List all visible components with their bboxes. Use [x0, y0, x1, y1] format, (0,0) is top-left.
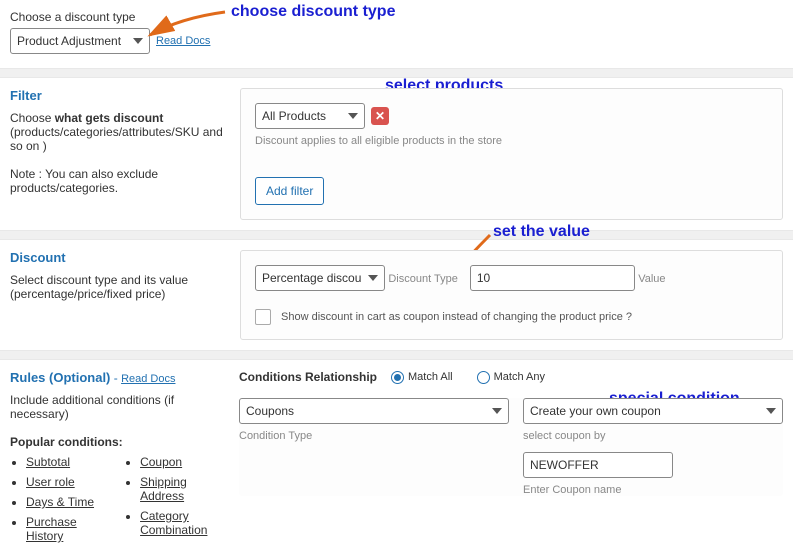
match-any-label: Match Any: [494, 371, 545, 383]
discount-type-select2[interactable]: Percentage discount: [255, 265, 385, 291]
condition-type-select[interactable]: Coupons: [239, 398, 509, 424]
discount-type-label: Discount Type: [388, 273, 458, 285]
match-all-radio[interactable]: Match All: [391, 371, 453, 384]
coupon-name-label: Enter Coupon name: [523, 484, 621, 496]
discount-panel: Percentage discount Discount Type Value …: [240, 250, 783, 340]
delete-filter-icon[interactable]: ✕: [371, 107, 389, 125]
select-coupon-by-label: select coupon by: [523, 430, 606, 442]
filter-panel: All Products ✕ Discount applies to all e…: [240, 88, 783, 220]
discount-value-input[interactable]: [470, 265, 635, 291]
match-all-label: Match All: [408, 371, 453, 383]
condition-type-label: Condition Type: [239, 430, 312, 442]
annotation-choose: choose discount type: [231, 3, 395, 21]
show-coupon-checkbox[interactable]: [255, 309, 271, 325]
radio-icon: [477, 371, 490, 384]
conditions-relationship-label: Conditions Relationship: [239, 370, 377, 384]
show-coupon-label: Show discount in cart as coupon instead …: [281, 311, 632, 323]
filter-product-select[interactable]: All Products: [255, 103, 365, 129]
filter-helper-text: Discount applies to all eligible product…: [255, 135, 502, 147]
rules-panel: Coupons Condition Type Create your own c…: [239, 398, 783, 496]
coupon-name-input[interactable]: [523, 452, 673, 478]
match-any-radio[interactable]: Match Any: [477, 371, 545, 384]
discount-value-label: Value: [638, 273, 665, 285]
select-coupon-by-select[interactable]: Create your own coupon: [523, 398, 783, 424]
add-filter-button[interactable]: Add filter: [255, 177, 324, 205]
radio-icon: [391, 371, 404, 384]
